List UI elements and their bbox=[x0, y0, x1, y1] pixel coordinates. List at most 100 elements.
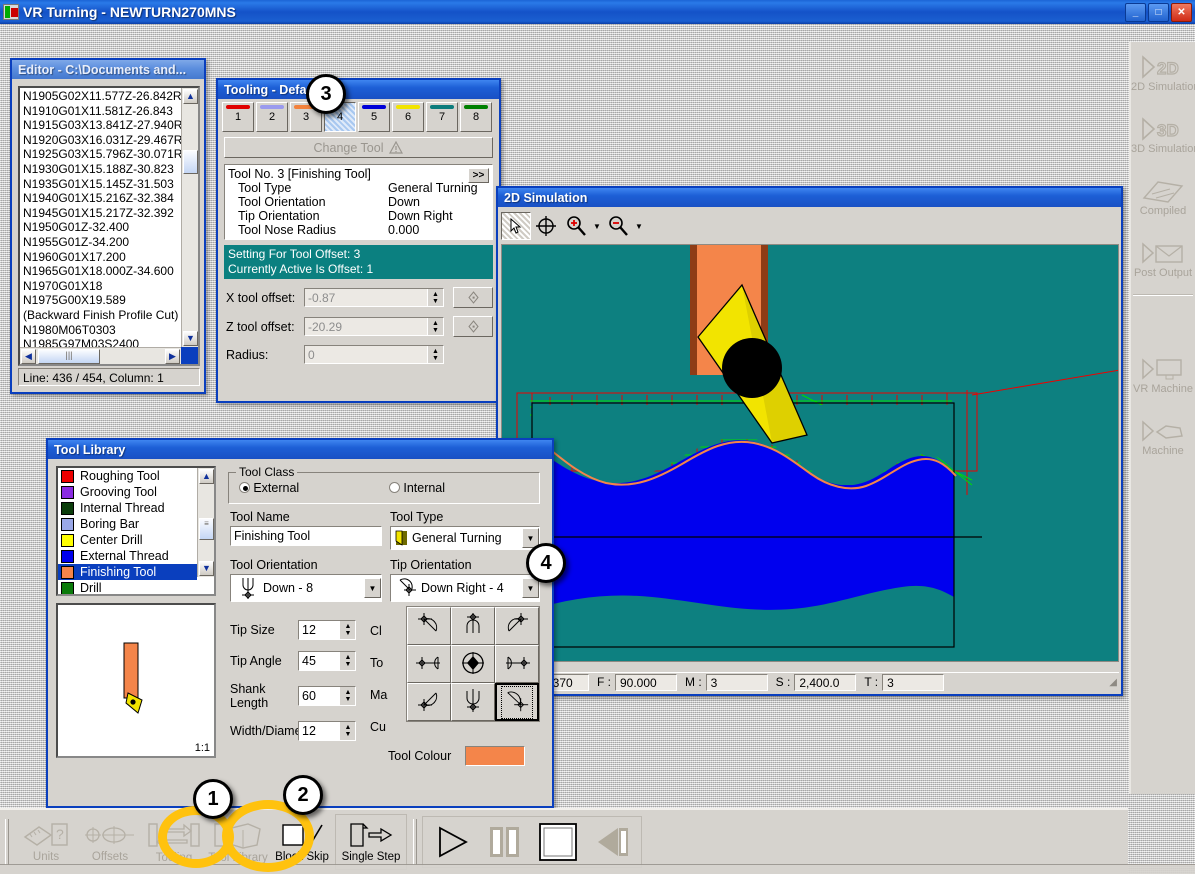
zoom-out-dropdown-icon[interactable]: ▼ bbox=[633, 222, 645, 231]
code-line[interactable]: N1915G03X13.841Z-27.940R1.2 bbox=[23, 118, 198, 133]
code-line[interactable]: N1980M06T0303 bbox=[23, 323, 184, 338]
stop-button[interactable] bbox=[530, 821, 586, 863]
hscroll-thumb[interactable]: ||| bbox=[38, 349, 100, 364]
rewind-button[interactable] bbox=[586, 822, 638, 862]
z-tool-offset-input[interactable]: -20.29 ▲ ▼ bbox=[304, 317, 444, 336]
tip-orientation-grid[interactable] bbox=[406, 606, 540, 722]
tool-list-scrollbar[interactable]: ▲ ≡ ▼ bbox=[197, 468, 214, 577]
crosshair-icon[interactable] bbox=[531, 212, 561, 240]
tool-name-input[interactable]: Finishing Tool bbox=[230, 526, 382, 546]
tool-tab-5[interactable]: 5 bbox=[358, 102, 390, 132]
tool-list-item[interactable]: Grooving Tool bbox=[58, 484, 197, 500]
tip-cell-up[interactable] bbox=[451, 607, 495, 645]
tool-orientation-dropdown-icon[interactable]: ▼ bbox=[364, 578, 381, 598]
tool-list-item[interactable]: Internal Thread bbox=[58, 500, 197, 516]
x-offset-set-button[interactable] bbox=[453, 287, 493, 308]
scroll-left-icon[interactable]: ◀ bbox=[21, 349, 36, 364]
tool-colour-swatch[interactable] bbox=[465, 746, 526, 766]
sidebar-item-post-output[interactable]: Post Output bbox=[1131, 228, 1195, 290]
code-line[interactable]: N1950G01Z-32.400 bbox=[23, 220, 184, 235]
tip-cell-up-right[interactable] bbox=[495, 607, 539, 645]
tooling-tab-strip[interactable]: 1 2 3 4 5 6 7 8 bbox=[218, 99, 499, 132]
tool-tab-8[interactable]: 8 bbox=[460, 102, 492, 132]
tip-cell-down-right[interactable] bbox=[495, 683, 539, 721]
code-line[interactable]: N1945G01X15.217Z-32.392 bbox=[23, 206, 184, 221]
tool-tab-2[interactable]: 2 bbox=[256, 102, 288, 132]
tool-list-item[interactable]: Boring Bar bbox=[58, 516, 197, 532]
x-tool-offset-input[interactable]: -0.87 ▲ ▼ bbox=[304, 288, 444, 307]
tip-orientation-combo[interactable]: Down Right - 4 ▼ bbox=[390, 574, 540, 602]
single-step-button[interactable]: Single Step bbox=[335, 814, 407, 870]
numeric-field-input[interactable]: 12 ▲ ▼ bbox=[298, 721, 356, 741]
numeric-field-input[interactable]: 12 ▲ ▼ bbox=[298, 620, 356, 640]
code-line[interactable]: N1975G00X19.589 bbox=[23, 293, 184, 308]
tool-list-item[interactable]: External Thread bbox=[58, 548, 197, 564]
tool-list-item[interactable]: Center Drill bbox=[58, 532, 197, 548]
tool-class-internal-radio[interactable]: Internal bbox=[389, 481, 445, 495]
play-button[interactable] bbox=[426, 822, 478, 862]
sidebar-item-3d-simulation[interactable]: 3D 3D Simulation bbox=[1131, 104, 1195, 166]
tip-cell-down-left[interactable] bbox=[407, 683, 451, 721]
pause-button[interactable] bbox=[478, 822, 530, 862]
toolbar-grip[interactable] bbox=[5, 819, 9, 865]
cursor-icon[interactable] bbox=[501, 212, 531, 240]
code-line[interactable]: N1955G01Z-34.200 bbox=[23, 235, 184, 250]
code-line[interactable]: N1965G01X18.000Z-34.600 bbox=[23, 264, 184, 279]
numeric-field-input[interactable]: 60 ▲ ▼ bbox=[298, 686, 356, 706]
scroll-down-icon[interactable]: ▼ bbox=[183, 331, 198, 346]
tool-list-thumb[interactable]: ≡ bbox=[199, 518, 214, 540]
z-offset-spinner[interactable]: ▲ ▼ bbox=[427, 318, 443, 335]
numeric-field-spinner[interactable]: ▲ ▼ bbox=[340, 652, 355, 670]
offsets-button[interactable]: Offsets bbox=[79, 814, 141, 870]
editor-horizontal-scrollbar[interactable]: ◀ ||| ▶ bbox=[20, 347, 181, 364]
tip-cell-left[interactable] bbox=[407, 645, 451, 683]
sim2d-canvas[interactable] bbox=[501, 244, 1119, 662]
scroll-right-icon[interactable]: ▶ bbox=[165, 349, 180, 364]
tool-class-external-radio[interactable]: External bbox=[239, 481, 389, 495]
code-line[interactable]: N1920G03X16.031Z-29.467R1.6 bbox=[23, 133, 198, 148]
x-offset-spinner[interactable]: ▲ ▼ bbox=[427, 289, 443, 306]
numeric-field-input[interactable]: 45 ▲ ▼ bbox=[298, 651, 356, 671]
tool-tab-7[interactable]: 7 bbox=[426, 102, 458, 132]
code-line[interactable]: (Backward Finish Profile Cut) bbox=[23, 308, 184, 323]
tool-orientation-combo[interactable]: Down - 8 ▼ bbox=[230, 574, 382, 602]
maximize-button[interactable]: □ bbox=[1148, 2, 1169, 22]
code-line[interactable]: N1960G01X17.200 bbox=[23, 250, 184, 265]
numeric-field-spinner[interactable]: ▲ ▼ bbox=[340, 621, 355, 639]
tool-library-listbox[interactable]: Roughing Tool Grooving Tool Internal Threa… bbox=[56, 466, 216, 596]
editor-vertical-scrollbar[interactable]: ▲ ▼ bbox=[181, 88, 198, 347]
expand-tool-info-button[interactable]: >> bbox=[468, 168, 489, 183]
scroll-up-icon[interactable]: ▲ bbox=[183, 89, 198, 104]
zoom-in-icon[interactable] bbox=[561, 212, 591, 240]
sidebar-item-vr-machine[interactable]: VR Machine bbox=[1131, 344, 1195, 406]
tool-type-combo[interactable]: General Turning ▼ bbox=[390, 526, 540, 550]
tip-cell-down[interactable] bbox=[451, 683, 495, 721]
tool-list-item[interactable]: Finishing Tool bbox=[58, 564, 197, 580]
code-line[interactable]: N1940G01X15.216Z-32.384 bbox=[23, 191, 184, 206]
tool-tab-6[interactable]: 6 bbox=[392, 102, 424, 132]
scroll-up-icon[interactable]: ▲ bbox=[199, 469, 214, 484]
tip-cell-center[interactable] bbox=[451, 645, 495, 683]
tool-tab-1[interactable]: 1 bbox=[222, 102, 254, 132]
editor-code-listbox[interactable]: N1905G02X11.577Z-26.842R6.4 N1910G01X11.5… bbox=[18, 86, 200, 366]
z-offset-set-button[interactable] bbox=[453, 316, 493, 337]
code-line[interactable]: N1910G01X11.581Z-26.843 bbox=[23, 104, 184, 119]
toolbar-grip-2[interactable] bbox=[413, 819, 417, 865]
zoom-in-dropdown-icon[interactable]: ▼ bbox=[591, 222, 603, 231]
code-line[interactable]: N1930G01X15.188Z-30.823 bbox=[23, 162, 184, 177]
vscroll-thumb[interactable] bbox=[183, 150, 198, 174]
tool-list-item[interactable]: Roughing Tool bbox=[58, 468, 197, 484]
scroll-down-icon[interactable]: ▼ bbox=[199, 561, 214, 576]
radius-input[interactable]: 0 ▲ ▼ bbox=[304, 345, 444, 364]
close-button[interactable]: ✕ bbox=[1171, 2, 1192, 22]
sidebar-item-machine[interactable]: Machine bbox=[1131, 406, 1195, 468]
units-button[interactable]: ? Units bbox=[15, 814, 77, 870]
code-line[interactable]: N1925G03X15.796Z-30.071R1.6 bbox=[23, 147, 198, 162]
radius-spinner[interactable]: ▲ ▼ bbox=[427, 346, 443, 363]
resize-grip[interactable]: ◢ bbox=[1109, 677, 1117, 688]
tip-cell-up-left[interactable] bbox=[407, 607, 451, 645]
code-line[interactable]: N1905G02X11.577Z-26.842R6.4 bbox=[23, 89, 198, 104]
tool-list-item[interactable]: Drill bbox=[58, 580, 197, 594]
code-line[interactable]: N1970G01X18 bbox=[23, 279, 184, 294]
sidebar-item-2d-simulation[interactable]: 2D 2D Simulation bbox=[1131, 42, 1195, 104]
